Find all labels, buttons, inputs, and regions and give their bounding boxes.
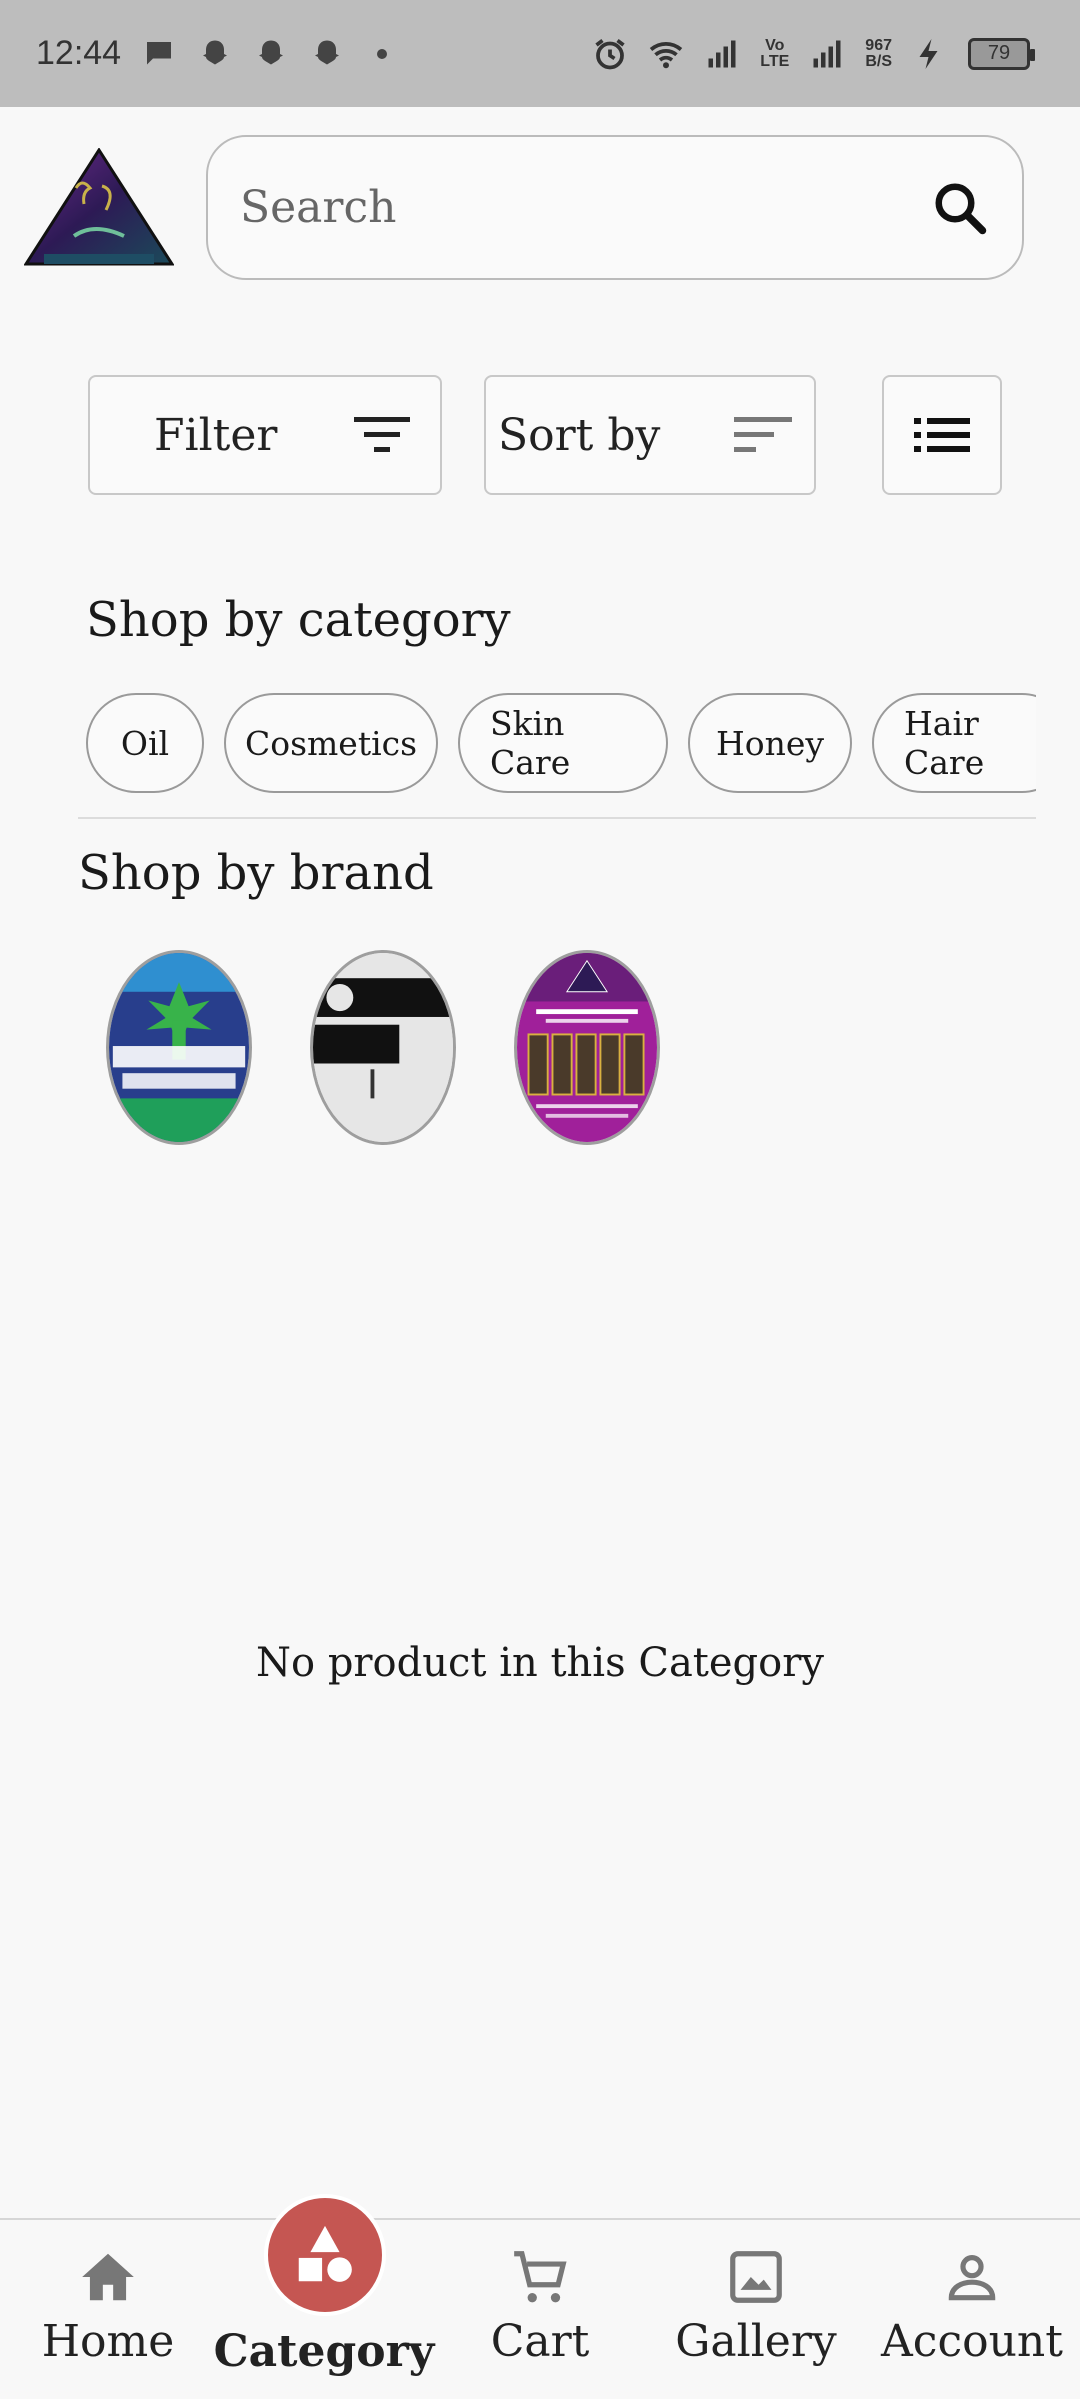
list-view-button[interactable] — [882, 375, 1002, 495]
gallery-icon — [730, 2251, 782, 2303]
brand-section-title: Shop by brand — [78, 845, 434, 901]
charging-icon — [919, 38, 938, 69]
empty-state-message: No product in this Category — [256, 1640, 824, 1686]
snapchat-icon — [315, 40, 340, 64]
signal-icon — [813, 40, 841, 67]
search-bar[interactable] — [206, 135, 1024, 280]
cart-icon — [514, 2251, 567, 2303]
brand-logo-parachute — [109, 953, 249, 1142]
home-icon — [82, 2253, 134, 2301]
nav-item-cart[interactable]: Cart — [440, 2246, 640, 2367]
nav-label-home: Home — [41, 2316, 175, 2367]
nav-item-home[interactable]: Home — [8, 2246, 208, 2367]
logo-image — [23, 147, 175, 266]
account-icon — [948, 2255, 996, 2301]
category-chip-oil[interactable]: Oil — [86, 693, 204, 793]
volte-top-label: Vo — [765, 36, 785, 54]
filter-icon — [354, 417, 410, 452]
status-bar: 12:44 Vo LTE 967 B/S 79 — [0, 0, 1080, 107]
category-chip-hair-care[interactable]: Hair Care — [872, 693, 1036, 793]
category-chip-honey[interactable]: Honey — [688, 693, 852, 793]
search-icon[interactable] — [930, 178, 990, 238]
volte-bottom-label: LTE — [760, 52, 790, 70]
nav-item-category[interactable]: Category — [214, 2326, 435, 2377]
category-chip-cosmetics[interactable]: Cosmetics — [224, 693, 438, 793]
wifi-icon — [650, 41, 683, 68]
snapchat-icon — [259, 40, 284, 64]
nav-label-account: Account — [881, 2316, 1063, 2367]
nav-label-gallery: Gallery — [675, 2316, 837, 2367]
brand-item-parachute[interactable] — [106, 950, 252, 1145]
category-chip-list: Oil Cosmetics Skin Care Honey Hair Care — [86, 693, 1036, 795]
network-speed-value: 967 — [865, 36, 892, 54]
brand-item-love[interactable] — [310, 950, 456, 1145]
battery-icon: 79 — [968, 37, 1035, 70]
list-icon — [914, 418, 970, 452]
status-time: 12:44 — [36, 34, 122, 72]
category-active-indicator[interactable] — [264, 2194, 386, 2316]
section-divider — [78, 817, 1036, 819]
brand-logo-alrawdah — [517, 953, 657, 1142]
nav-item-gallery[interactable]: Gallery — [656, 2246, 856, 2367]
nav-label-category: Category — [213, 2326, 435, 2377]
network-speed-unit: B/S — [865, 52, 892, 70]
category-section-title: Shop by category — [86, 592, 511, 648]
sort-button[interactable]: Sort by — [484, 375, 816, 495]
app-logo[interactable] — [23, 147, 175, 266]
volte-indicator: Vo LTE — [760, 36, 790, 70]
brand-logo-love — [313, 953, 453, 1142]
snapchat-icon — [203, 40, 228, 64]
category-chip-skin-care[interactable]: Skin Care — [458, 693, 668, 793]
battery-level: 79 — [987, 42, 1011, 64]
category-icon — [298, 2225, 352, 2282]
filter-label: Filter — [154, 409, 278, 461]
chat-icon — [147, 41, 172, 64]
brand-item-alrawdah[interactable] — [514, 950, 660, 1145]
filter-button[interactable]: Filter — [88, 375, 442, 495]
sort-icon — [734, 417, 792, 452]
search-input[interactable] — [240, 182, 930, 233]
network-speed: 967 B/S — [865, 36, 892, 70]
alarm-icon — [595, 38, 625, 69]
sort-label: Sort by — [498, 409, 661, 461]
signal-icon — [708, 40, 736, 67]
nav-item-account[interactable]: Account — [872, 2246, 1072, 2367]
notification-dot-icon — [377, 48, 388, 59]
bottom-navigation: Home Category Cart Gallery Account — [0, 2194, 1080, 2399]
nav-label-cart: Cart — [490, 2316, 590, 2367]
